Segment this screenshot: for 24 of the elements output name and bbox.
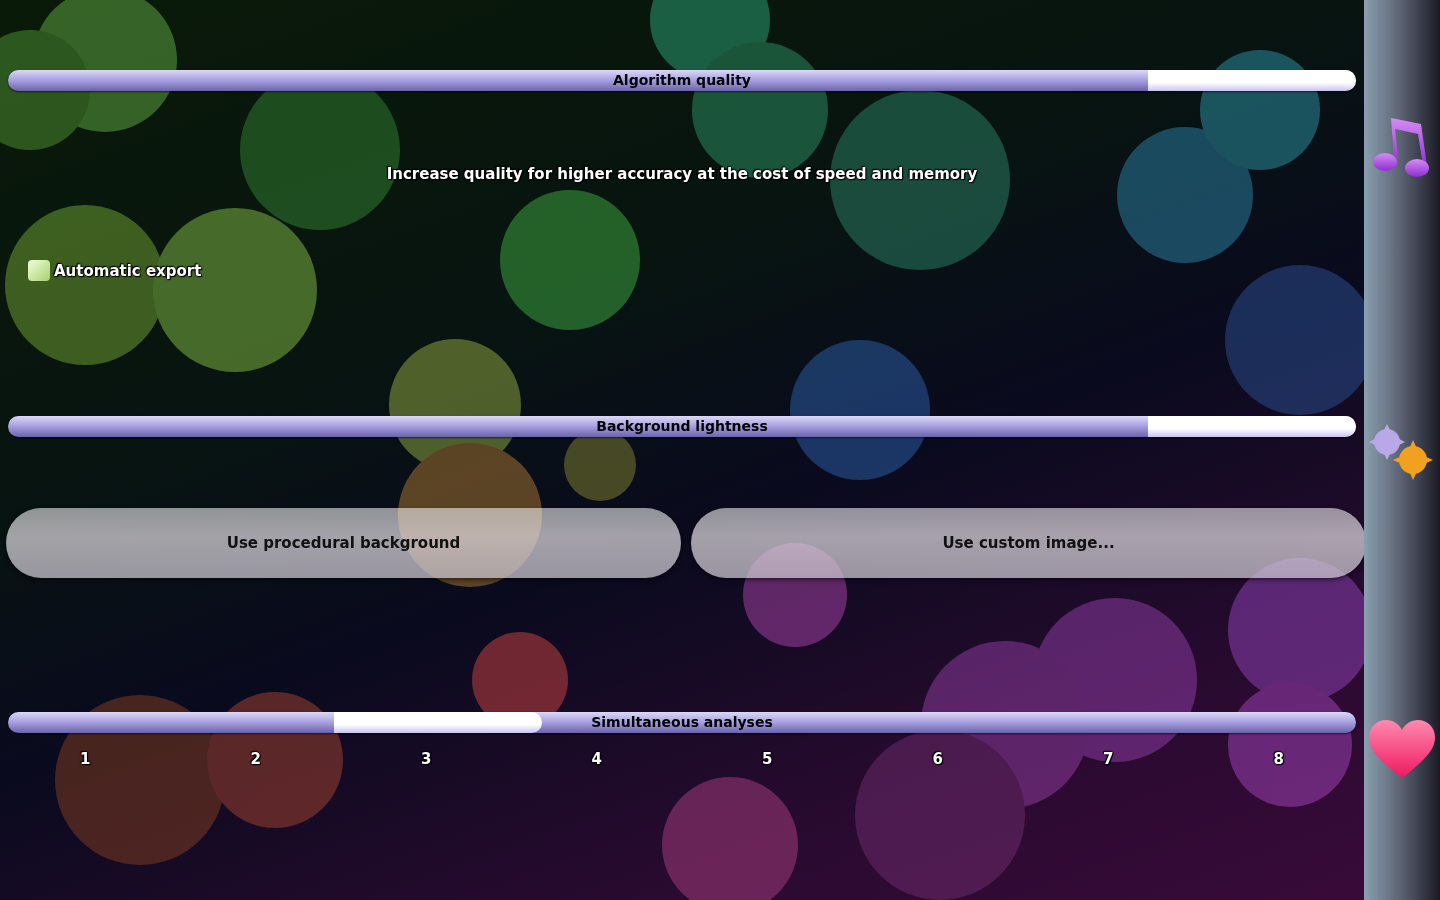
slider-label: Algorithm quality (613, 71, 751, 90)
slider-track[interactable]: Background lightness (8, 416, 1356, 437)
tick-label: 3 (421, 749, 432, 770)
description-text: Increase quality for higher accuracy at the cost of speed and memory (386, 164, 978, 185)
tick-label: 6 (932, 749, 943, 770)
slider-thumb[interactable] (333, 712, 542, 733)
slider-track[interactable]: Algorithm quality (8, 70, 1356, 91)
tick-label: 8 (1273, 749, 1284, 770)
tick-label: 7 (1103, 749, 1114, 770)
tick-label: 4 (591, 749, 602, 770)
checkbox[interactable] (28, 260, 50, 282)
slider-thumb[interactable] (1148, 416, 1356, 437)
glass-button[interactable]: Use procedural background (6, 508, 681, 578)
tick-label: 5 (762, 749, 773, 770)
gears-icon[interactable] (1369, 424, 1435, 480)
slider-label: Background lightness (596, 417, 768, 436)
slider-track[interactable]: Simultaneous analyses (8, 712, 1356, 733)
slider-thumb[interactable] (1148, 70, 1356, 91)
checkbox-label: Automatic export (54, 260, 202, 282)
tick-label: 2 (250, 749, 261, 770)
heart-icon[interactable] (1369, 720, 1435, 778)
glass-button[interactable]: Use custom image... (691, 508, 1366, 578)
tick-label: 1 (80, 749, 91, 770)
slider-label: Simultaneous analyses (591, 713, 773, 732)
